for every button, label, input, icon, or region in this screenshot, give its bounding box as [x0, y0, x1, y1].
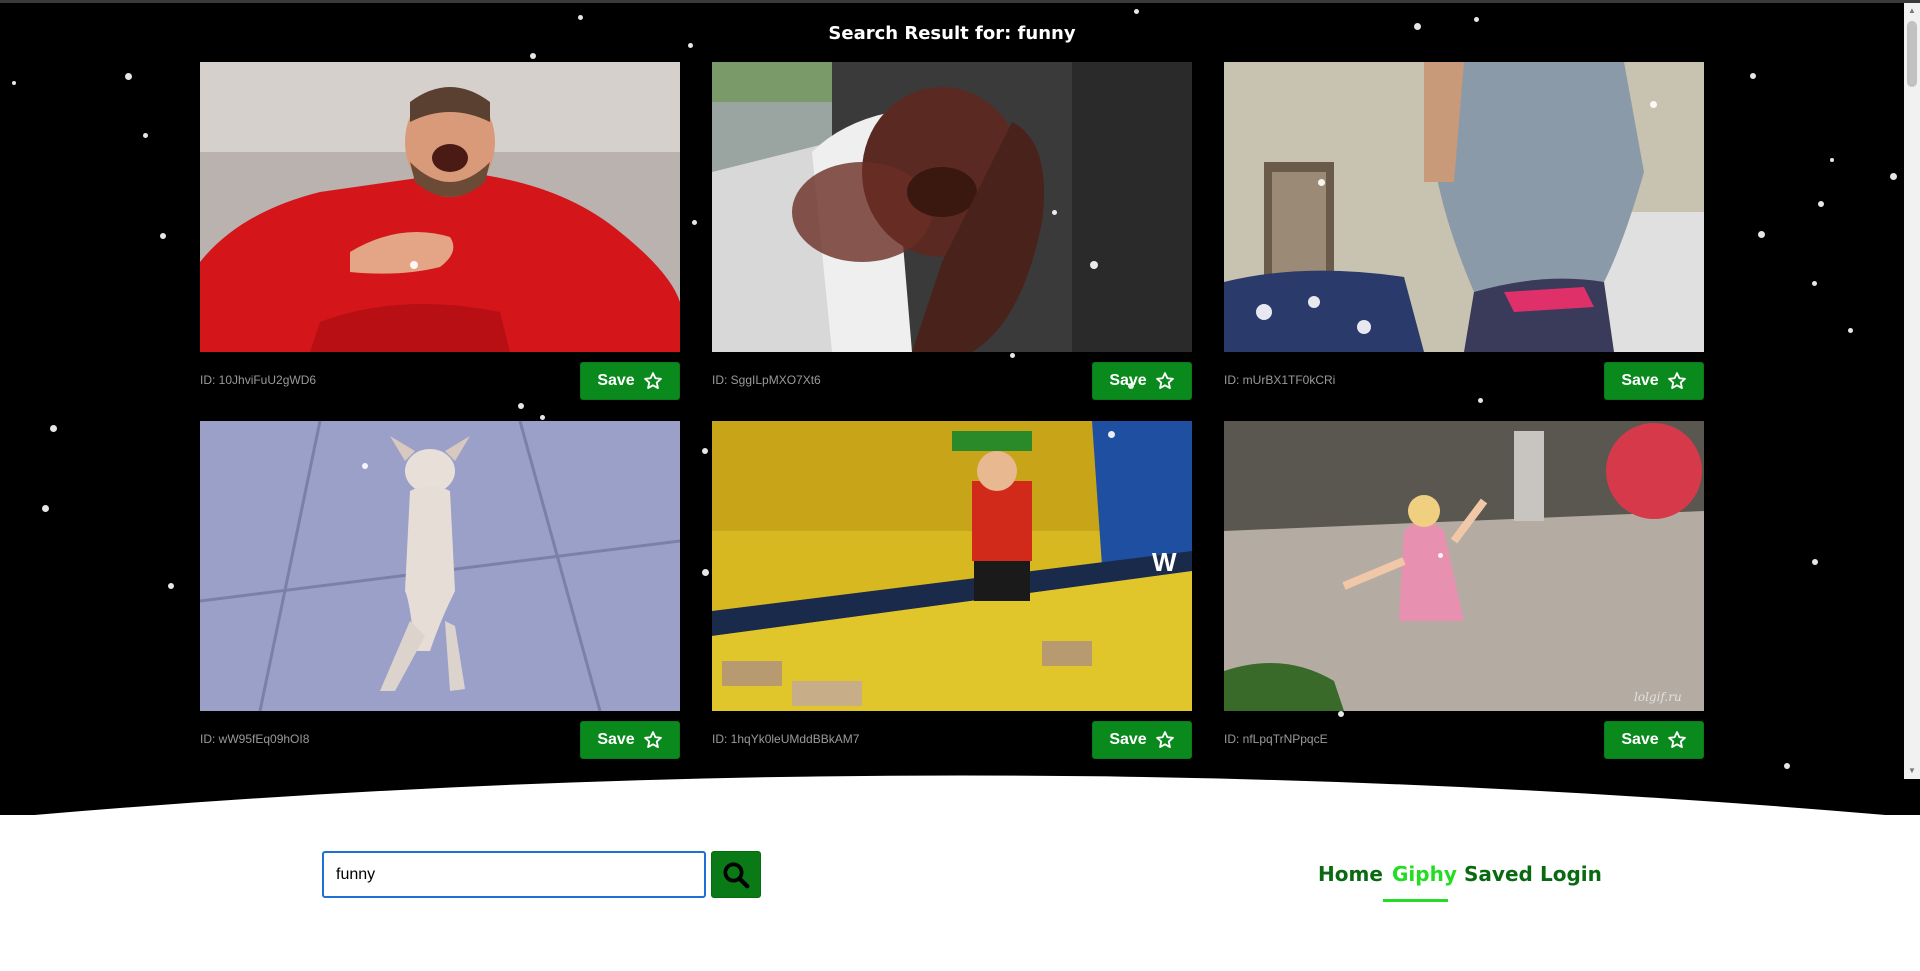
save-button[interactable]: Save	[1092, 721, 1192, 759]
snowflake	[410, 261, 418, 269]
nav-saved[interactable]: Saved	[1464, 862, 1533, 886]
snowflake	[518, 403, 524, 409]
save-button[interactable]: Save	[1092, 362, 1192, 400]
snowflake	[1052, 210, 1057, 215]
gif-card: ID: 10JhviFuU2gWD6 Save	[200, 62, 680, 414]
snowflake	[1812, 559, 1818, 565]
gif-id: ID: 10JhviFuU2gWD6	[200, 373, 317, 387]
star-outline-icon	[1155, 731, 1174, 748]
gif-id: ID: 1hqYk0leUMddBBkAM7	[712, 732, 860, 746]
snowflake	[143, 133, 148, 138]
snowflake	[1128, 383, 1134, 389]
snowflake	[1438, 553, 1443, 558]
save-button-label: Save	[597, 372, 635, 389]
snowflake	[1758, 231, 1765, 238]
gif-card: lolgif.ru ID: nfLpqTrNPpqcE Save	[1224, 421, 1704, 773]
nav-home[interactable]: Home	[1318, 862, 1383, 886]
save-button[interactable]: Save	[1604, 362, 1704, 400]
scroll-down-arrow-icon[interactable]: ▼	[1904, 763, 1920, 779]
active-tab-underline	[1383, 899, 1448, 902]
gif-id: ID: wW95fEq09hOI8	[200, 732, 310, 746]
star-outline-icon	[643, 372, 662, 389]
snowflake	[168, 583, 174, 589]
snowflake	[1108, 431, 1115, 438]
nav-login[interactable]: Login	[1540, 862, 1602, 886]
gif-thumbnail[interactable]	[200, 421, 680, 711]
thumbnail-watermark: lolgif.ru	[1634, 690, 1682, 704]
snowflake	[530, 53, 536, 59]
scroll-up-arrow-icon[interactable]: ▲	[1904, 3, 1920, 19]
gif-thumbnail[interactable]: lolgif.ru	[1224, 421, 1704, 711]
nav-giphy[interactable]: Giphy	[1392, 862, 1457, 886]
star-outline-icon	[1667, 372, 1686, 389]
gif-id: ID: SggILpMXO7Xt6	[712, 373, 821, 387]
snowflake	[1750, 73, 1756, 79]
snowflake	[160, 233, 166, 239]
gif-card: W ID: 1hqYk0leUMddBBkAM7 Save	[712, 421, 1192, 773]
gif-card: ID: SggILpMXO7Xt6 Save	[712, 62, 1192, 414]
page-scrollbar[interactable]: ▲ ▼	[1904, 3, 1920, 779]
thumbnail-watermark: W	[1152, 547, 1177, 577]
gif-thumbnail[interactable]	[200, 62, 680, 352]
search-button[interactable]	[711, 851, 761, 898]
snowflake	[50, 425, 57, 432]
snowflake	[1474, 17, 1479, 22]
snowflake	[1848, 328, 1853, 333]
gif-thumbnail[interactable]: W	[712, 421, 1192, 711]
snowflake	[1812, 281, 1817, 286]
snowflake	[1890, 173, 1897, 180]
scrollbar-thumb[interactable]	[1907, 21, 1917, 87]
snowflake	[1650, 101, 1657, 108]
page-title: Search Result for: funny	[828, 23, 1076, 44]
results-panel: Search Result for: funny ID: 10JhviFuU2g…	[0, 3, 1920, 815]
gif-card: ID: wW95fEq09hOI8 Save	[200, 421, 680, 773]
gif-card: ID: mUrBX1TF0kCRi Save	[1224, 62, 1704, 414]
snowflake	[42, 505, 49, 512]
wave-divider	[34, 775, 1886, 815]
gif-id: ID: mUrBX1TF0kCRi	[1224, 373, 1336, 387]
snowflake	[688, 43, 693, 48]
search-icon	[723, 862, 750, 888]
snowflake	[1414, 23, 1421, 30]
snowflake	[125, 73, 132, 80]
snowflake	[1010, 353, 1015, 358]
snowflake	[1318, 179, 1325, 186]
snowflake	[702, 448, 708, 454]
snowflake	[1818, 201, 1824, 207]
gif-thumbnail[interactable]	[712, 62, 1192, 352]
snowflake	[1478, 398, 1483, 403]
snowflake	[362, 463, 368, 469]
save-button-label: Save	[1621, 731, 1659, 748]
snowflake	[12, 81, 16, 85]
save-button[interactable]: Save	[580, 362, 680, 400]
save-button[interactable]: Save	[1604, 721, 1704, 759]
save-button-label: Save	[1109, 731, 1147, 748]
gif-thumbnail[interactable]	[1224, 62, 1704, 352]
snowflake	[1338, 711, 1344, 717]
save-button-label: Save	[1621, 372, 1659, 389]
save-button[interactable]: Save	[580, 721, 680, 759]
snowflake	[1134, 9, 1139, 14]
star-outline-icon	[1155, 372, 1174, 389]
snowflake	[1830, 158, 1834, 162]
search-input[interactable]	[322, 851, 706, 898]
star-outline-icon	[1667, 731, 1686, 748]
gif-id: ID: nfLpqTrNPpqcE	[1224, 732, 1328, 746]
snowflake	[540, 415, 545, 420]
snowflake	[702, 569, 709, 576]
star-outline-icon	[643, 731, 662, 748]
snowflake	[692, 220, 697, 225]
save-button-label: Save	[597, 731, 635, 748]
snowflake	[1090, 261, 1098, 269]
snowflake	[578, 15, 583, 20]
